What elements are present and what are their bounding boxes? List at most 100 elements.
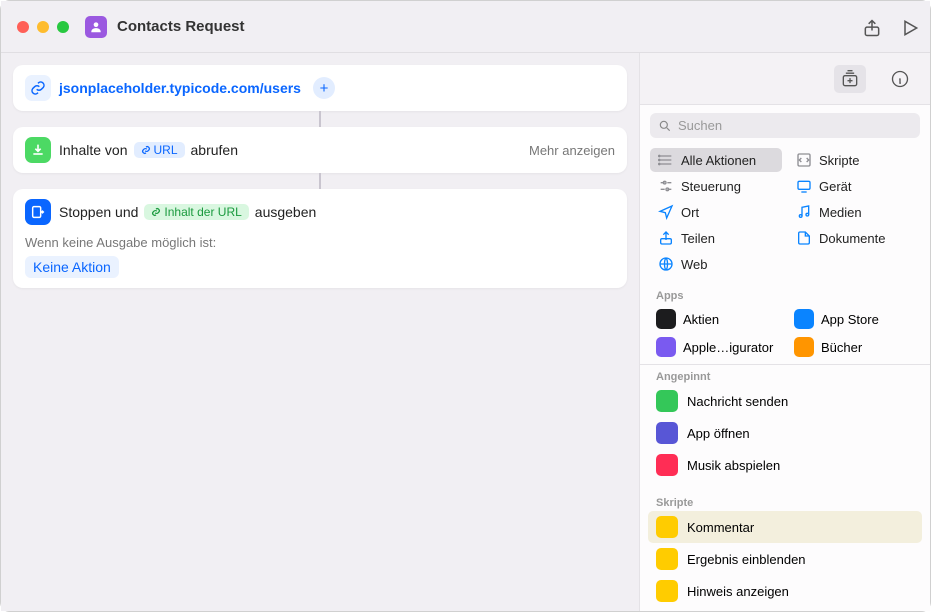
url-token[interactable]: URL (134, 142, 185, 158)
action-item[interactable]: Nach Eingabe fragen (648, 607, 922, 611)
connector (319, 111, 321, 127)
info-button[interactable] (884, 65, 916, 93)
url-text[interactable]: jsonplaceholder.typicode.com/users (59, 80, 301, 96)
category-item[interactable]: Gerät (788, 174, 920, 198)
category-label: Skripte (819, 153, 859, 168)
action-item[interactable]: App öffnen (648, 417, 922, 449)
apps-header: Apps (640, 284, 930, 304)
action-item[interactable]: Hinweis anzeigen (648, 575, 922, 607)
content-token[interactable]: Inhalt der URL (144, 204, 248, 220)
category-label: Dokumente (819, 231, 885, 246)
action-item[interactable]: Kommentar (648, 511, 922, 543)
category-item[interactable]: Web (650, 252, 782, 276)
category-item[interactable]: Ort (650, 200, 782, 224)
pinned-list: Nachricht senden App öffnen Musik abspiele… (640, 385, 930, 481)
if-no-output-label: Wenn keine Ausgabe möglich ist: (25, 235, 615, 250)
output-icon (25, 199, 51, 225)
app-label: App Store (821, 312, 879, 327)
app-item[interactable]: Bücher (788, 334, 920, 360)
action-icon (656, 422, 678, 444)
scripts-header: Skripte (640, 491, 930, 511)
action-label: Musik abspielen (687, 458, 780, 473)
run-button[interactable] (900, 18, 918, 36)
category-grid: Alle Aktionen Skripte Steuerung Gerät Ort Med… (640, 146, 930, 284)
page-title: Contacts Request (117, 18, 245, 35)
close-button[interactable] (17, 21, 29, 33)
get-contents-suffix: abrufen (191, 142, 238, 158)
category-item[interactable]: Teilen (650, 226, 782, 250)
action-icon (656, 548, 678, 570)
pinned-header: Angepinnt (640, 365, 930, 385)
get-contents-prefix: Inhalte von (59, 142, 128, 158)
show-more-button[interactable]: Mehr anzeigen (529, 143, 615, 158)
url-action-card[interactable]: jsonplaceholder.typicode.com/users + (13, 65, 627, 111)
app-label: Apple…igurator (683, 340, 773, 355)
maximize-button[interactable] (57, 21, 69, 33)
category-icon (658, 152, 674, 168)
category-icon (796, 204, 812, 220)
titlebar: Contacts Request (1, 1, 930, 53)
app-item[interactable]: Aktien (650, 306, 782, 332)
app-label: Bücher (821, 340, 862, 355)
stop-output-card[interactable]: Stoppen und Inhalt der URL ausgeben Wenn… (13, 189, 627, 288)
scripts-list: Kommentar Ergebnis einblenden Hinweis anze… (640, 511, 930, 611)
category-icon (796, 230, 812, 246)
app-item[interactable]: Apple…igurator (650, 334, 782, 360)
category-icon (796, 178, 812, 194)
search-icon (658, 119, 672, 133)
category-icon (796, 152, 812, 168)
sidebar-toolbar (640, 53, 930, 105)
category-item[interactable]: Steuerung (650, 174, 782, 198)
workflow-canvas: jsonplaceholder.typicode.com/users + Inh… (1, 53, 639, 611)
category-label: Medien (819, 205, 862, 220)
get-contents-card[interactable]: Inhalte von URL abrufen Mehr anzeigen (13, 127, 627, 173)
category-item[interactable]: Skripte (788, 148, 920, 172)
library-button[interactable] (834, 65, 866, 93)
category-icon (658, 230, 674, 246)
category-label: Gerät (819, 179, 852, 194)
app-icon (794, 309, 814, 329)
action-label: Hinweis anzeigen (687, 584, 789, 599)
sidebar: Alle Aktionen Skripte Steuerung Gerät Ort Med… (639, 53, 930, 611)
category-icon (658, 204, 674, 220)
link-icon (25, 75, 51, 101)
action-item[interactable]: Ergebnis einblenden (648, 543, 922, 575)
category-item[interactable]: Medien (788, 200, 920, 224)
shortcut-icon (85, 16, 107, 38)
action-item[interactable]: Musik abspielen (648, 449, 922, 481)
download-icon (25, 137, 51, 163)
action-label: Ergebnis einblenden (687, 552, 806, 567)
stop-prefix: Stoppen und (59, 204, 138, 220)
share-button[interactable] (862, 18, 880, 36)
action-icon (656, 390, 678, 412)
add-url-button[interactable]: + (313, 77, 335, 99)
category-label: Alle Aktionen (681, 153, 756, 168)
action-label: App öffnen (687, 426, 750, 441)
category-icon (658, 178, 674, 194)
action-label: Kommentar (687, 520, 754, 535)
category-item[interactable]: Dokumente (788, 226, 920, 250)
category-label: Steuerung (681, 179, 741, 194)
category-icon (658, 256, 674, 272)
stop-suffix: ausgeben (255, 204, 317, 220)
app-item[interactable]: App Store (788, 306, 920, 332)
window-controls (17, 21, 69, 33)
apps-grid: Aktien App Store Apple…igurator Bücher (640, 304, 930, 364)
category-label: Ort (681, 205, 699, 220)
category-label: Teilen (681, 231, 715, 246)
category-label: Web (681, 257, 708, 272)
category-item[interactable]: Alle Aktionen (650, 148, 782, 172)
action-icon (656, 454, 678, 476)
app-label: Aktien (683, 312, 719, 327)
app-icon (656, 309, 676, 329)
connector (319, 173, 321, 189)
action-icon (656, 580, 678, 602)
search-box (650, 113, 920, 138)
action-item[interactable]: Nachricht senden (648, 385, 922, 417)
action-icon (656, 516, 678, 538)
no-action-value[interactable]: Keine Aktion (25, 256, 119, 278)
app-icon (794, 337, 814, 357)
app-icon (656, 337, 676, 357)
search-input[interactable] (650, 113, 920, 138)
minimize-button[interactable] (37, 21, 49, 33)
